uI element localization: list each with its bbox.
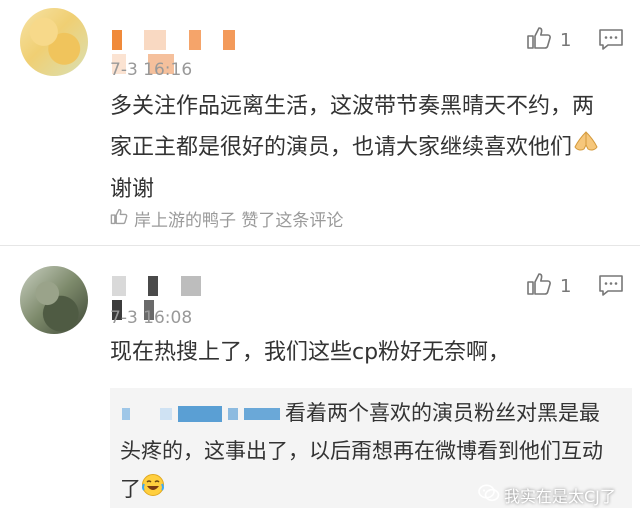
like-button[interactable]: 1 bbox=[526, 26, 571, 55]
username-redacted[interactable] bbox=[112, 30, 272, 74]
like-count: 1 bbox=[560, 30, 572, 51]
wechat-logo-icon bbox=[478, 484, 500, 506]
comment-text: 多关注作品远离生活，这波带节奏黑晴天不约，两家正主都是很好的演员，也请大家继续喜… bbox=[110, 86, 615, 210]
comment-icon[interactable] bbox=[598, 274, 624, 302]
liked-by-notice: 岸上游的鸭子 赞了这条评论 bbox=[110, 206, 343, 231]
avatar[interactable] bbox=[20, 8, 88, 76]
comment-thread: 7-3 16:16 1 多关注作品远离生活，这波带节奏黑晴天不约，两家正主都是很… bbox=[0, 0, 640, 525]
avatar[interactable] bbox=[20, 266, 88, 334]
thumbs-up-icon bbox=[110, 208, 128, 230]
comment-time: 7-3 16:08 bbox=[110, 308, 193, 328]
thumbs-up-icon bbox=[526, 26, 552, 55]
pray-emoji-icon bbox=[572, 128, 600, 169]
wechat-watermark: 我实在是太CJ了 bbox=[478, 483, 616, 507]
like-count: 1 bbox=[560, 276, 572, 297]
comment-item: 7-3 16:16 1 多关注作品远离生活，这波带节奏黑晴天不约，两家正主都是很… bbox=[0, 0, 640, 246]
quote-author-redacted bbox=[120, 404, 285, 424]
comment-time: 7-3 16:16 bbox=[110, 60, 193, 80]
comment-icon[interactable] bbox=[598, 28, 624, 56]
thumbs-up-icon bbox=[526, 272, 552, 301]
comment-item: 7-3 16:08 1 现在热搜上了，我们这些cp粉好无奈啊， 看着两个喜欢的演… bbox=[0, 246, 640, 525]
username-redacted[interactable] bbox=[112, 276, 212, 320]
like-button[interactable]: 1 bbox=[526, 272, 571, 301]
comment-text: 现在热搜上了，我们这些cp粉好无奈啊， bbox=[110, 340, 511, 365]
laughing-crying-emoji-icon bbox=[141, 471, 165, 509]
